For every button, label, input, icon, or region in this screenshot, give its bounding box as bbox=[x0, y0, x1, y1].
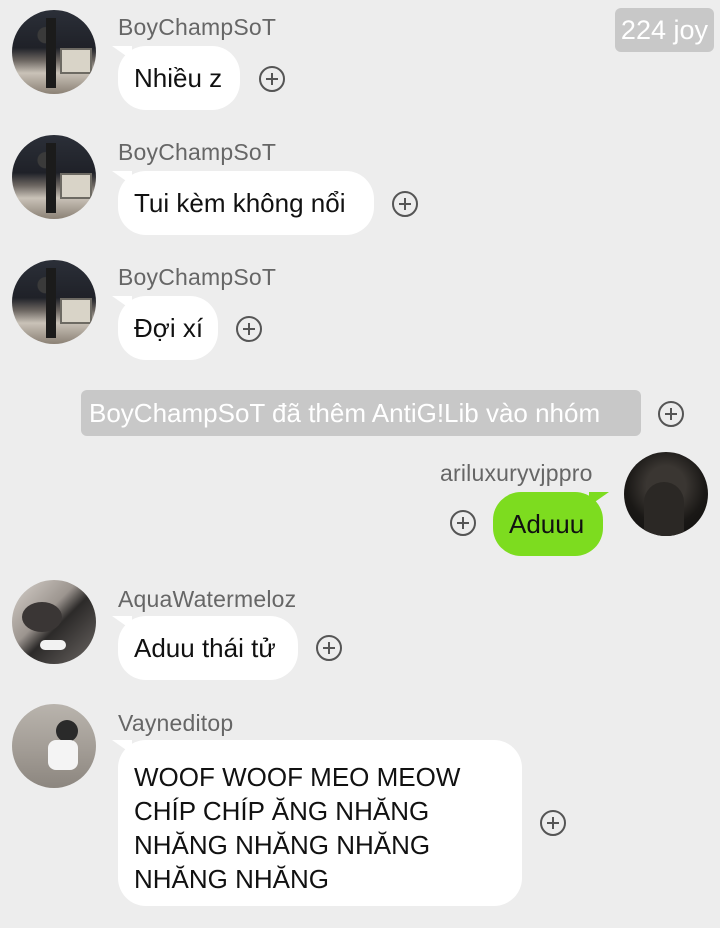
message-bubble[interactable]: Đợi xí bbox=[118, 296, 218, 360]
avatar[interactable] bbox=[624, 452, 708, 536]
avatar[interactable] bbox=[12, 260, 96, 344]
system-notice-text: BoyChampSoT đã thêm AntiG!Lib vào nhóm bbox=[89, 397, 601, 428]
message-bubble[interactable]: Tui kèm không nổi bbox=[118, 171, 374, 235]
joy-counter-badge[interactable]: 224 joy bbox=[614, 8, 714, 52]
system-notice: BoyChampSoT đã thêm AntiG!Lib vào nhóm bbox=[81, 390, 641, 436]
sender-name: BoyChampSoT bbox=[118, 264, 277, 290]
message-line: NHĂNG NHĂNG bbox=[134, 864, 330, 894]
message-bubble[interactable]: Aduu thái tử bbox=[118, 616, 298, 680]
message-text: Aduu thái tử bbox=[134, 632, 276, 663]
add-reaction-icon[interactable] bbox=[658, 401, 684, 427]
sender-name: ariluxuryvjppro bbox=[440, 460, 593, 486]
message-text: Tui kèm không nổi bbox=[134, 187, 346, 218]
avatar[interactable] bbox=[12, 704, 96, 788]
avatar[interactable] bbox=[12, 10, 96, 94]
sender-name: AquaWatermeloz bbox=[118, 586, 297, 612]
add-reaction-icon[interactable] bbox=[540, 810, 566, 836]
add-reaction-icon[interactable] bbox=[316, 635, 342, 661]
sender-name: BoyChampSoT bbox=[118, 14, 277, 40]
add-reaction-icon[interactable] bbox=[450, 510, 476, 536]
message-bubble[interactable]: Aduuu bbox=[493, 492, 603, 556]
message-text: Aduuu bbox=[509, 508, 585, 539]
avatar[interactable] bbox=[12, 135, 96, 219]
message-text: Nhiều z bbox=[134, 62, 223, 93]
message-text: Đợi xí bbox=[134, 312, 204, 343]
add-reaction-icon[interactable] bbox=[236, 316, 262, 342]
message-line: WOOF WOOF MEO MEOW bbox=[134, 762, 461, 792]
message-text: WOOF WOOF MEO MEOW CHÍP CHÍP ĂNG NHĂNG N… bbox=[134, 760, 460, 896]
message-bubble[interactable]: WOOF WOOF MEO MEOW CHÍP CHÍP ĂNG NHĂNG N… bbox=[118, 740, 522, 906]
sender-name: BoyChampSoT bbox=[118, 139, 277, 165]
add-reaction-icon[interactable] bbox=[259, 66, 285, 92]
message-bubble[interactable]: Nhiều z bbox=[118, 46, 240, 110]
avatar[interactable] bbox=[12, 580, 96, 664]
message-line: NHĂNG NHĂNG NHĂNG bbox=[134, 830, 431, 860]
sender-name: Vayneditop bbox=[118, 710, 234, 736]
add-reaction-icon[interactable] bbox=[392, 191, 418, 217]
message-line: CHÍP CHÍP ĂNG NHĂNG bbox=[134, 796, 430, 826]
